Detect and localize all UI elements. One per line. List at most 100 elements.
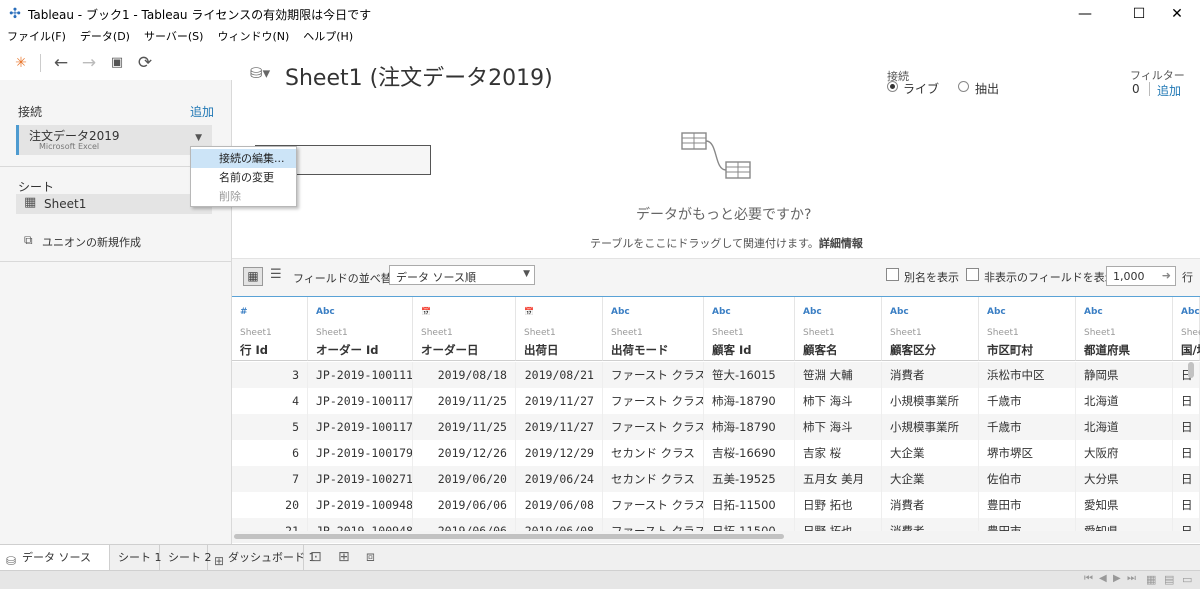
column-header[interactable]: Abc Sheet1 顧客区分	[882, 297, 979, 361]
filmstrip-icon[interactable]: ▤	[1164, 573, 1174, 586]
tableau-home-icon[interactable]: ✳	[10, 52, 32, 74]
table-cell[interactable]: 日	[1173, 440, 1200, 466]
tab-dashboard-1[interactable]: ⊞ ダッシュボード 1	[208, 545, 316, 570]
table-cell[interactable]: 5	[232, 414, 308, 440]
live-radio[interactable]	[887, 81, 898, 92]
table-cell[interactable]: 2019/06/08	[516, 518, 603, 531]
arrow-right-icon[interactable]: ➜	[1162, 269, 1171, 282]
table-cell[interactable]: 日	[1173, 466, 1200, 492]
column-header[interactable]: Abc Sheet1 都道府県	[1076, 297, 1173, 361]
string-type-icon[interactable]: Abc	[890, 307, 909, 317]
string-type-icon[interactable]: Abc	[1181, 307, 1200, 317]
new-dashboard-icon[interactable]: ⊞	[338, 549, 350, 565]
table-cell[interactable]: 2019/06/08	[516, 492, 603, 518]
table-cell[interactable]: JP-2019-1001113	[308, 362, 413, 388]
table-cell[interactable]: JP-2019-1009485	[308, 518, 413, 531]
menu-window[interactable]: ウィンドウ(N)	[210, 28, 296, 46]
show-hidden-fields-checkbox[interactable]	[966, 268, 979, 281]
table-cell[interactable]: 日拓-11500	[704, 518, 795, 531]
column-name[interactable]: 顧客名	[803, 342, 838, 358]
tab-sheet-1[interactable]: シート 1	[110, 545, 162, 570]
table-cell[interactable]: 消費者	[882, 518, 979, 531]
table-cell[interactable]: 日	[1173, 414, 1200, 440]
table-cell[interactable]: 日	[1173, 518, 1200, 531]
table-cell[interactable]: 日	[1173, 492, 1200, 518]
learn-more-link[interactable]: 詳細情報	[819, 237, 863, 250]
grid-sorter-icon[interactable]: ▦	[1146, 573, 1156, 586]
table-cell[interactable]: 北海道	[1076, 388, 1173, 414]
table-cell[interactable]: 愛知県	[1076, 518, 1173, 531]
table-cell[interactable]: 千歳市	[979, 414, 1076, 440]
table-cell[interactable]: JP-2019-1001177	[308, 414, 413, 440]
table-cell[interactable]: 2019/11/27	[516, 414, 603, 440]
number-type-icon[interactable]: #	[240, 307, 248, 317]
sort-fields-select[interactable]: データ ソース順 ▼	[389, 265, 535, 285]
sheet-item-sheet1[interactable]: ▦ Sheet1	[16, 194, 212, 214]
column-name[interactable]: 顧客区分	[890, 342, 936, 358]
column-header[interactable]: Abc Sheet1 顧客名	[795, 297, 882, 361]
table-cell[interactable]: 大企業	[882, 440, 979, 466]
table-cell[interactable]: 柿海-18790	[704, 388, 795, 414]
new-worksheet-icon[interactable]: ⊡	[310, 549, 322, 565]
table-cell[interactable]: 2019/11/25	[413, 414, 516, 440]
table-cell[interactable]: ファースト クラス	[603, 388, 704, 414]
show-aliases-label[interactable]: 別名を表示	[904, 269, 959, 285]
column-name[interactable]: 国/地	[1181, 342, 1200, 358]
new-story-icon[interactable]: ⧈	[366, 549, 375, 565]
table-cell[interactable]: ファースト クラス	[603, 492, 704, 518]
table-cell[interactable]: 日	[1173, 362, 1200, 388]
table-cell[interactable]: 3	[232, 362, 308, 388]
table-cell[interactable]: 2019/06/20	[413, 466, 516, 492]
table-cell[interactable]: 大分県	[1076, 466, 1173, 492]
table-cell[interactable]: 21	[232, 518, 308, 531]
back-arrow-icon[interactable]: ←	[50, 52, 72, 74]
table-cell[interactable]: 柿下 海斗	[795, 388, 882, 414]
table-cell[interactable]: 消費者	[882, 492, 979, 518]
table-cell[interactable]: 日野 拓也	[795, 518, 882, 531]
show-hidden-fields-label[interactable]: 非表示のフィールドを表示	[984, 269, 1116, 285]
row-count-input[interactable]: 1,000 ➜	[1106, 266, 1176, 286]
table-cell[interactable]: 2019/06/24	[516, 466, 603, 492]
close-button[interactable]: ✕	[1154, 0, 1200, 28]
tab-data-source[interactable]: ⛁ データ ソース	[0, 545, 110, 570]
menu-help[interactable]: ヘルプ(H)	[296, 28, 360, 46]
vertical-scrollbar[interactable]	[1188, 362, 1194, 378]
table-cell[interactable]: 吉家 桜	[795, 440, 882, 466]
add-filter-link[interactable]: 追加	[1157, 82, 1181, 99]
list-view-icon[interactable]: ☰	[270, 267, 282, 282]
table-cell[interactable]: 豊田市	[979, 518, 1076, 531]
table-cell[interactable]: 柿下 海斗	[795, 414, 882, 440]
table-cell[interactable]: 静岡県	[1076, 362, 1173, 388]
table-cell[interactable]: 千歳市	[979, 388, 1076, 414]
live-label[interactable]: ライブ	[903, 80, 939, 97]
tab-sheet-2[interactable]: シート 2	[160, 545, 212, 570]
column-header[interactable]: 📅 Sheet1 オーダー日	[413, 297, 516, 361]
date-type-icon[interactable]: 📅	[524, 307, 534, 316]
horizontal-scrollbar[interactable]	[232, 531, 1200, 543]
page-title[interactable]: Sheet1 (注文データ2019)	[285, 60, 553, 92]
string-type-icon[interactable]: Abc	[712, 307, 731, 317]
table-cell[interactable]: 五月女 美月	[795, 466, 882, 492]
column-header[interactable]: Abc Sheet1 国/地	[1173, 297, 1200, 361]
forward-arrow-icon[interactable]: →	[78, 52, 100, 74]
next-page-icon[interactable]: ▶	[1113, 573, 1121, 584]
table-cell[interactable]: 大阪府	[1076, 440, 1173, 466]
chevron-down-icon[interactable]: ▼	[195, 133, 202, 143]
table-cell[interactable]: 2019/08/21	[516, 362, 603, 388]
table-cell[interactable]: 北海道	[1076, 414, 1173, 440]
table-cell[interactable]: 吉桜-16690	[704, 440, 795, 466]
add-connection-link[interactable]: 追加	[190, 103, 214, 120]
string-type-icon[interactable]: Abc	[316, 307, 335, 317]
scrollbar-thumb[interactable]	[234, 534, 784, 539]
table-cell[interactable]: 佐伯市	[979, 466, 1076, 492]
extract-label[interactable]: 抽出	[975, 80, 999, 97]
table-cell[interactable]: 2019/06/06	[413, 518, 516, 531]
table-cell[interactable]: 消費者	[882, 362, 979, 388]
table-cell[interactable]: 堺市堺区	[979, 440, 1076, 466]
column-name[interactable]: オーダー Id	[316, 342, 379, 358]
menu-file[interactable]: ファイル(F)	[0, 28, 73, 46]
table-cell[interactable]: セカンド クラス	[603, 466, 704, 492]
string-type-icon[interactable]: Abc	[611, 307, 630, 317]
table-cell[interactable]: 20	[232, 492, 308, 518]
column-header[interactable]: Abc Sheet1 オーダー Id	[308, 297, 413, 361]
